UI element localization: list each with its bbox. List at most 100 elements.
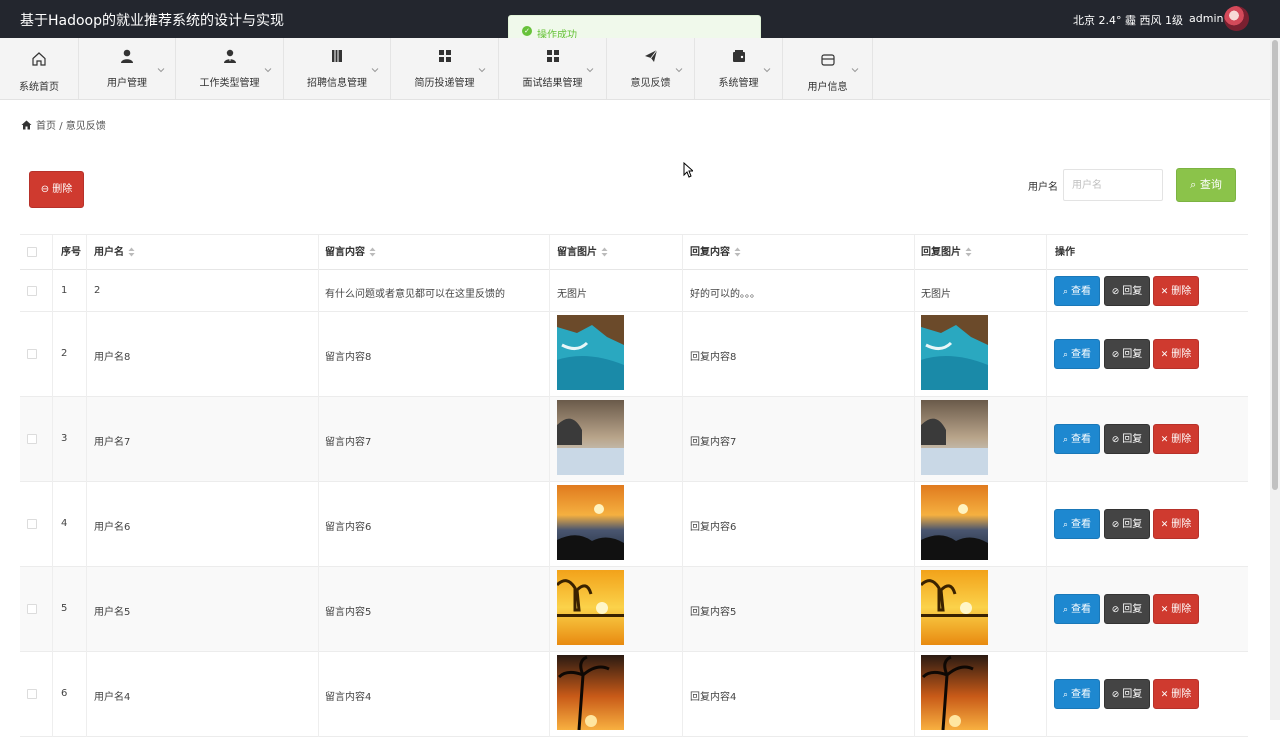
nav-item-resume[interactable]: 简历投递管理 [391,38,499,99]
row-checkbox[interactable] [27,519,37,529]
delete-button[interactable]: ✕ 删除 [1153,276,1199,306]
sort-icon [601,247,608,257]
search-icon: ⌕ [1062,287,1069,297]
nav-item-job-type[interactable]: 工作类型管理 [176,38,284,99]
delete-button[interactable]: ✕ 删除 [1153,509,1199,539]
cell-user: 用户名6 [94,522,131,533]
column-divider [1046,235,1047,737]
view-button[interactable]: ⌕ 查看 [1054,276,1100,306]
scrollbar-thumb[interactable] [1272,40,1278,490]
app-title: 基于Hadoop的就业推荐系统的设计与实现 [20,13,285,29]
reply-button[interactable]: ⊘ 回复 [1104,679,1150,709]
reply-button[interactable]: ⊘ 回复 [1104,339,1150,369]
nav-label: 系统首页 [19,82,59,93]
nav-item-recruitment[interactable]: 招聘信息管理 [284,38,391,99]
reply-circle-icon: ⊘ [1111,520,1120,530]
delete-button[interactable]: ✕ 删除 [1153,594,1199,624]
reply-image[interactable] [921,570,988,645]
nav-item-user-info[interactable]: 用户信息 [783,38,873,99]
row-checkbox[interactable] [27,286,37,296]
nav-label: 简历投递管理 [414,78,475,89]
reply-button[interactable]: ⊘ 回复 [1104,509,1150,539]
delete-button[interactable]: ✕ 删除 [1153,679,1199,709]
nav-item-interview[interactable]: 面试结果管理 [499,38,607,99]
reply-image[interactable] [921,400,988,475]
row-checkbox[interactable] [27,349,37,359]
column-header-content[interactable]: 留言内容 [325,235,376,270]
table-row: 2 用户名8 留言内容8 回复内容8 ⌕ 查看 ⊘ 回复 ✕ 删除 [20,312,1248,397]
feedback-image[interactable] [557,655,624,730]
delete-button[interactable]: ✕ 删除 [1153,339,1199,369]
nav-item-home[interactable]: 系统首页 [0,38,79,99]
cell-user: 2 [94,285,101,296]
reply-image[interactable] [921,485,988,560]
chevron-down-icon [675,68,683,73]
chevron-down-icon [763,68,771,73]
nav-item-system[interactable]: 系统管理 [695,38,783,99]
bulk-delete-button[interactable]: ⊖ 删除 [29,171,84,208]
nav-label: 招聘信息管理 [307,78,367,89]
username[interactable]: admin [1189,12,1223,25]
delete-label: 删除 [1171,286,1192,297]
delete-button[interactable]: ✕ 删除 [1153,424,1199,454]
view-button[interactable]: ⌕ 查看 [1054,339,1100,369]
feedback-image[interactable] [557,570,624,645]
view-button[interactable]: ⌕ 查看 [1054,509,1100,539]
feedback-table: 序号 用户名 留言内容 留言图片 回复内容 回复图片 操作 1 2 有什么问题或… [20,234,1248,737]
username-search-input[interactable] [1063,169,1163,201]
column-header-label: 留言图片 [557,247,597,258]
column-divider [86,235,87,737]
feedback-image[interactable] [557,400,624,475]
feedback-image[interactable] [557,485,624,560]
column-header-image[interactable]: 留言图片 [557,235,608,270]
row-checkbox[interactable] [27,689,37,699]
nav-item-user-management[interactable]: 用户管理 [79,38,176,99]
delete-label: 删除 [1171,689,1192,700]
row-checkbox[interactable] [27,604,37,614]
row-checkbox[interactable] [27,434,37,444]
feedback-image[interactable] [557,315,624,390]
reply-circle-icon: ⊘ [1111,605,1120,615]
page-scrollbar[interactable] [1270,38,1280,720]
nav-label: 工作类型管理 [199,78,260,89]
delete-label: 删除 [1171,519,1192,530]
column-header-label: 回复图片 [921,247,961,258]
reply-button[interactable]: ⊘ 回复 [1104,594,1150,624]
column-header-user[interactable]: 用户名 [94,235,135,270]
wallet-icon [695,48,782,67]
chevron-down-icon [851,68,859,73]
close-icon: ✕ [1160,350,1169,360]
reply-label: 回复 [1122,286,1143,297]
breadcrumb-home[interactable]: 首页 [36,121,56,132]
select-all-checkbox[interactable] [27,247,37,257]
view-button[interactable]: ⌕ 查看 [1054,594,1100,624]
delete-label: 删除 [1171,604,1192,615]
view-button[interactable]: ⌕ 查看 [1054,424,1100,454]
search-button[interactable]: ⌕ 查询 [1176,168,1236,202]
reply-label: 回复 [1122,434,1143,445]
reply-button[interactable]: ⊘ 回复 [1104,276,1150,306]
grid-icon [499,48,606,67]
reply-image[interactable] [921,315,988,390]
view-button[interactable]: ⌕ 查看 [1054,679,1100,709]
column-header-reply[interactable]: 回复内容 [690,235,741,270]
avatar[interactable] [1224,6,1249,31]
cell-image: 无图片 [557,289,587,300]
close-icon: ✕ [1160,435,1169,445]
close-icon: ✕ [1160,605,1169,615]
weather-info: 北京 2.4° 霾 西风 1级 [1073,14,1183,27]
main-nav: 系统首页 用户管理 工作类型管理 招聘信息管理 简历投递管理 面试结果管理 意见… [0,38,1270,100]
nav-item-feedback[interactable]: 意见反馈 [607,38,695,99]
minus-circle-icon: ⊖ [40,184,50,195]
cell-user: 用户名4 [94,692,131,703]
reply-image[interactable] [921,655,988,730]
cell-no: 3 [61,433,68,444]
reply-button[interactable]: ⊘ 回复 [1104,424,1150,454]
column-header-reply-image[interactable]: 回复图片 [921,235,972,270]
cell-reply: 回复内容4 [690,692,737,703]
cell-reply: 好的可以的。。。 [690,289,760,300]
table-row: 6 用户名4 留言内容4 回复内容4 ⌕ 查看 ⊘ 回复 ✕ 删除 [20,652,1248,737]
column-divider [682,235,683,737]
search-icon: ⌕ [1062,520,1069,530]
search-label: 用户名 [1028,182,1058,193]
